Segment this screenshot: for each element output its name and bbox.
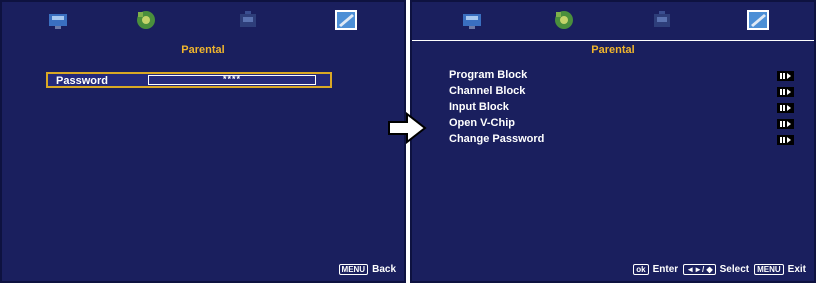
submenu-arrow-icon — [777, 103, 794, 113]
setup-icon[interactable] — [648, 8, 676, 32]
menu-item-label: Change Password — [449, 133, 545, 145]
menu-tab-bar — [412, 2, 814, 40]
password-row[interactable]: Password **** — [46, 72, 332, 88]
ok-key[interactable]: ok — [633, 264, 649, 275]
select-label: Select — [719, 264, 750, 275]
parental-icon[interactable] — [744, 8, 772, 32]
menu-item-label: Program Block — [449, 69, 528, 81]
parental-icon[interactable] — [332, 8, 360, 32]
menu-item-label: Input Block — [449, 101, 509, 113]
right-arrow-icon — [388, 112, 427, 144]
menu-item-label: Open V-Chip — [449, 117, 515, 129]
menu-item-channel-block[interactable]: Channel Block — [449, 85, 794, 101]
enter-label: Enter — [652, 264, 679, 275]
nav-keys[interactable]: ◄►/ ◆ — [683, 264, 716, 275]
footer-hint: MENU Back — [338, 264, 396, 275]
menu-item-input-block[interactable]: Input Block — [449, 101, 794, 117]
page-title: Parental — [181, 44, 225, 56]
picture-icon[interactable] — [44, 8, 72, 32]
exit-label: Exit — [787, 264, 806, 275]
sound-icon[interactable] — [132, 8, 160, 32]
header-divider — [412, 40, 814, 41]
menu-tab-bar — [2, 2, 404, 40]
menu-item-change-password[interactable]: Change Password — [449, 133, 794, 149]
sound-icon[interactable] — [550, 8, 578, 32]
menu-key[interactable]: MENU — [338, 264, 369, 275]
picture-icon[interactable] — [458, 8, 486, 32]
menu-item-open-v-chip[interactable]: Open V-Chip — [449, 117, 794, 133]
password-input[interactable]: **** — [148, 75, 316, 85]
password-screen: Parental Password **** MENU Back — [0, 0, 406, 283]
password-label: Password — [56, 75, 108, 87]
submenu-arrow-icon — [777, 119, 794, 129]
submenu-arrow-icon — [777, 71, 794, 81]
parental-menu-screen: Parental Program Block Channel Block Inp… — [410, 0, 816, 283]
menu-item-label: Channel Block — [449, 85, 526, 97]
submenu-arrow-icon — [777, 87, 794, 97]
footer-hint: ok Enter ◄►/ ◆ Select MENU Exit — [633, 264, 806, 275]
menu-item-program-block[interactable]: Program Block — [449, 69, 794, 85]
submenu-arrow-icon — [777, 135, 794, 145]
menu-key[interactable]: MENU — [754, 264, 784, 275]
page-title: Parental — [591, 44, 635, 56]
setup-icon[interactable] — [234, 8, 262, 32]
parental-menu-list: Program Block Channel Block Input Block … — [449, 69, 794, 149]
back-label: Back — [372, 264, 396, 275]
